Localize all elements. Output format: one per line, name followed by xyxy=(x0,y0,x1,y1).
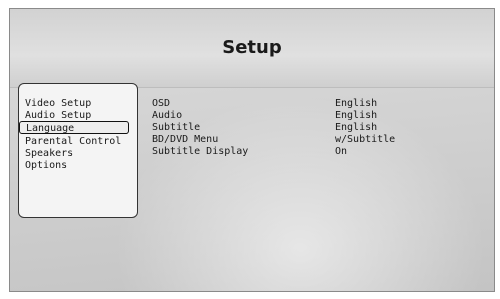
setting-value-osd: English xyxy=(335,98,378,109)
setting-value-bd-dvd-menu: w/Subtitle xyxy=(335,134,396,145)
menu-item-options[interactable]: Options xyxy=(25,160,67,171)
setting-label-subtitle[interactable]: Subtitle xyxy=(152,122,200,133)
setting-label-audio[interactable]: Audio xyxy=(152,110,182,121)
menu-item-parental-control[interactable]: Parental Control xyxy=(25,136,121,147)
setting-value-subtitle: English xyxy=(335,122,378,133)
setup-screen: Setup Video Setup Audio Setup Language P… xyxy=(9,8,495,292)
setting-label-bd-dvd-menu[interactable]: BD/DVD Menu xyxy=(152,134,218,145)
menu-item-audio-setup[interactable]: Audio Setup xyxy=(25,110,91,121)
menu-item-language[interactable]: Language xyxy=(19,121,129,134)
page-title: Setup xyxy=(222,37,282,58)
setting-label-osd[interactable]: OSD xyxy=(152,98,170,109)
setting-value-subtitle-display: On xyxy=(335,146,348,157)
menu-item-speakers[interactable]: Speakers xyxy=(25,148,73,159)
setting-value-audio: English xyxy=(335,110,378,121)
setting-label-subtitle-display[interactable]: Subtitle Display xyxy=(152,146,248,157)
menu-item-video-setup[interactable]: Video Setup xyxy=(25,98,91,109)
